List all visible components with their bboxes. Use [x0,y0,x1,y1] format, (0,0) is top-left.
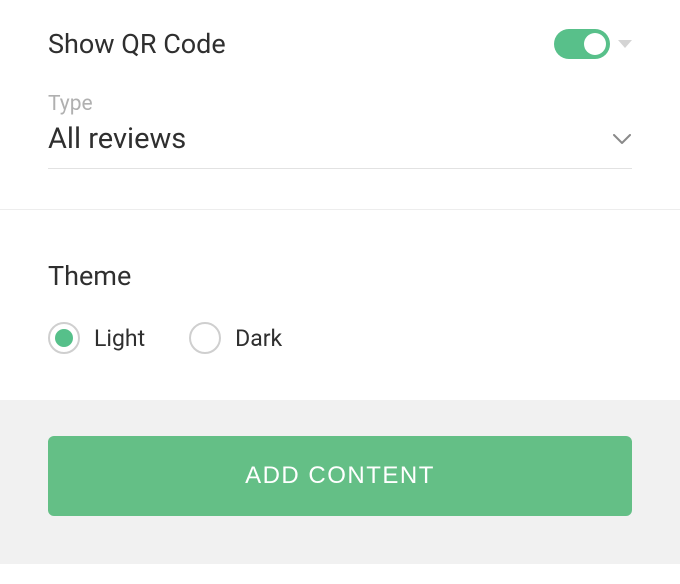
type-field: Type All reviews [48,92,632,169]
show-qr-label: Show QR Code [48,28,226,60]
chevron-down-icon [612,129,632,149]
show-qr-toggle[interactable] [554,29,610,59]
qr-toggle-group [554,29,632,59]
theme-heading: Theme [48,260,632,292]
theme-option-light[interactable]: Light [48,322,145,354]
add-content-button[interactable]: ADD CONTENT [48,436,632,516]
theme-radio-group: Light Dark [48,322,632,354]
theme-option-dark[interactable]: Dark [189,322,282,354]
radio-icon [189,322,221,354]
radio-icon [48,322,80,354]
settings-section: Show QR Code Type All reviews [0,0,680,210]
radio-label: Dark [235,325,282,352]
type-label: Type [48,92,632,116]
chevron-down-icon[interactable] [618,40,632,48]
qr-row: Show QR Code [48,28,632,60]
type-value: All reviews [48,122,186,156]
theme-section: Theme Light Dark [0,210,680,400]
footer-section: ADD CONTENT [0,400,680,564]
type-dropdown[interactable]: All reviews [48,122,632,169]
radio-label: Light [94,325,145,352]
toggle-knob [584,33,606,55]
